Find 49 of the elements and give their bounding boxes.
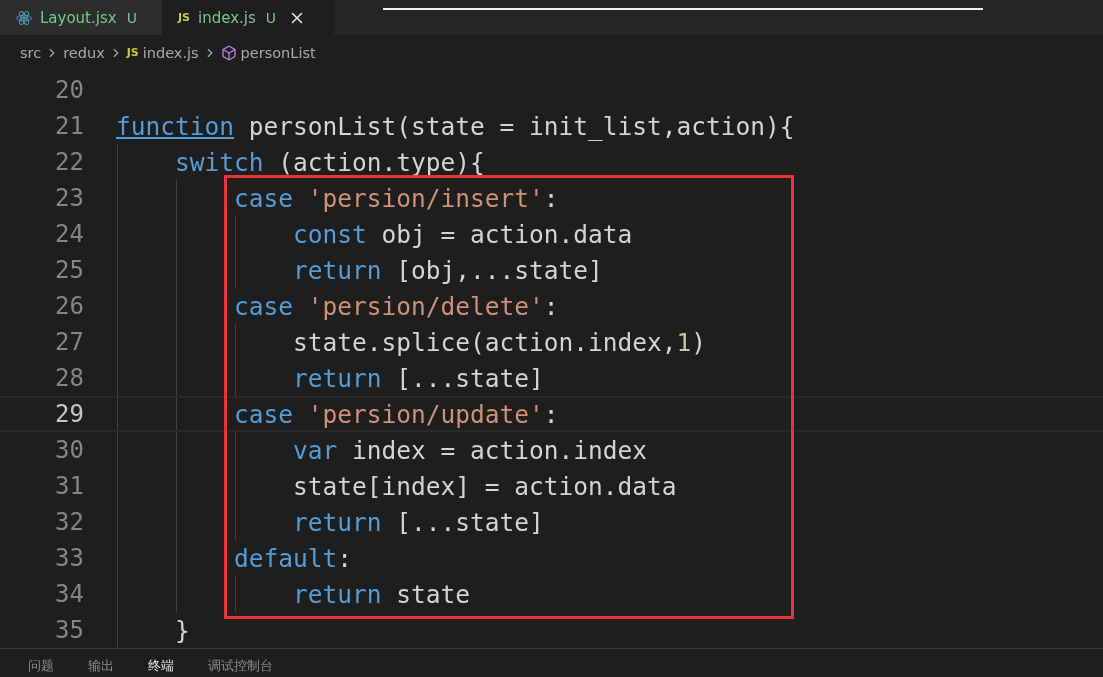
line-number: 23 [54, 184, 84, 212]
js-icon: JS [126, 46, 139, 59]
git-status-label: U [265, 9, 277, 26]
line-number: 34 [54, 580, 84, 608]
line-number: 26 [54, 292, 84, 320]
code-line: return [...state] [293, 507, 544, 537]
line-number: 32 [54, 508, 84, 536]
breadcrumb-item[interactable]: src [20, 44, 42, 61]
breadcrumb-item[interactable]: index.js [142, 44, 199, 61]
code-line: default: [234, 543, 353, 573]
line-number: 27 [54, 328, 84, 356]
panel-tab[interactable]: 问题 [28, 657, 54, 677]
code-line: var index = action.index [293, 435, 648, 465]
breadcrumb-item[interactable]: personList [240, 44, 316, 61]
breadcrumb-item[interactable]: redux [63, 44, 105, 61]
editor-tab[interactable]: JS index.js U [162, 0, 334, 35]
atom-icon [16, 9, 32, 26]
line-number: 25 [54, 256, 84, 284]
code-line: return [obj,...state] [293, 255, 603, 285]
editor-tab[interactable]: Layout.jsx U [0, 0, 162, 35]
line-number: 28 [54, 364, 84, 392]
line-number: 30 [54, 436, 84, 464]
panel-tab[interactable]: 终端 [148, 657, 174, 677]
code-line: case 'persion/insert': [234, 183, 559, 213]
tab-label: Layout.jsx [40, 8, 117, 27]
line-number: 35 [54, 616, 84, 644]
code-line: const obj = action.data [293, 219, 633, 249]
code-line: switch (action.type){ [175, 147, 485, 177]
tab-label: index.js [198, 8, 256, 27]
line-number: 29 [54, 400, 84, 428]
git-status-label: U [126, 9, 137, 26]
line-number: 31 [54, 472, 84, 500]
line-number: 24 [54, 220, 84, 248]
cube-icon [220, 44, 237, 61]
code-line: return state [293, 579, 471, 609]
line-number: 22 [54, 148, 84, 176]
code-line: } [175, 615, 190, 645]
line-number: 33 [54, 544, 84, 572]
panel-tab[interactable]: 输出 [88, 657, 114, 677]
code-line: case 'persion/delete': [234, 291, 559, 321]
line-number: 21 [54, 112, 84, 140]
code-line: function personList(state = init_list,action){ [116, 111, 795, 141]
panel-tab[interactable]: 调试控制台 [208, 657, 273, 677]
code-line: case 'persion/update': [234, 399, 559, 429]
js-icon: JS [178, 11, 190, 24]
code-line: state.splice(action.index,1) [293, 327, 707, 357]
code-line: state[index] = action.data [293, 471, 677, 501]
line-number: 20 [54, 76, 84, 104]
code-line: return [...state] [293, 363, 544, 393]
